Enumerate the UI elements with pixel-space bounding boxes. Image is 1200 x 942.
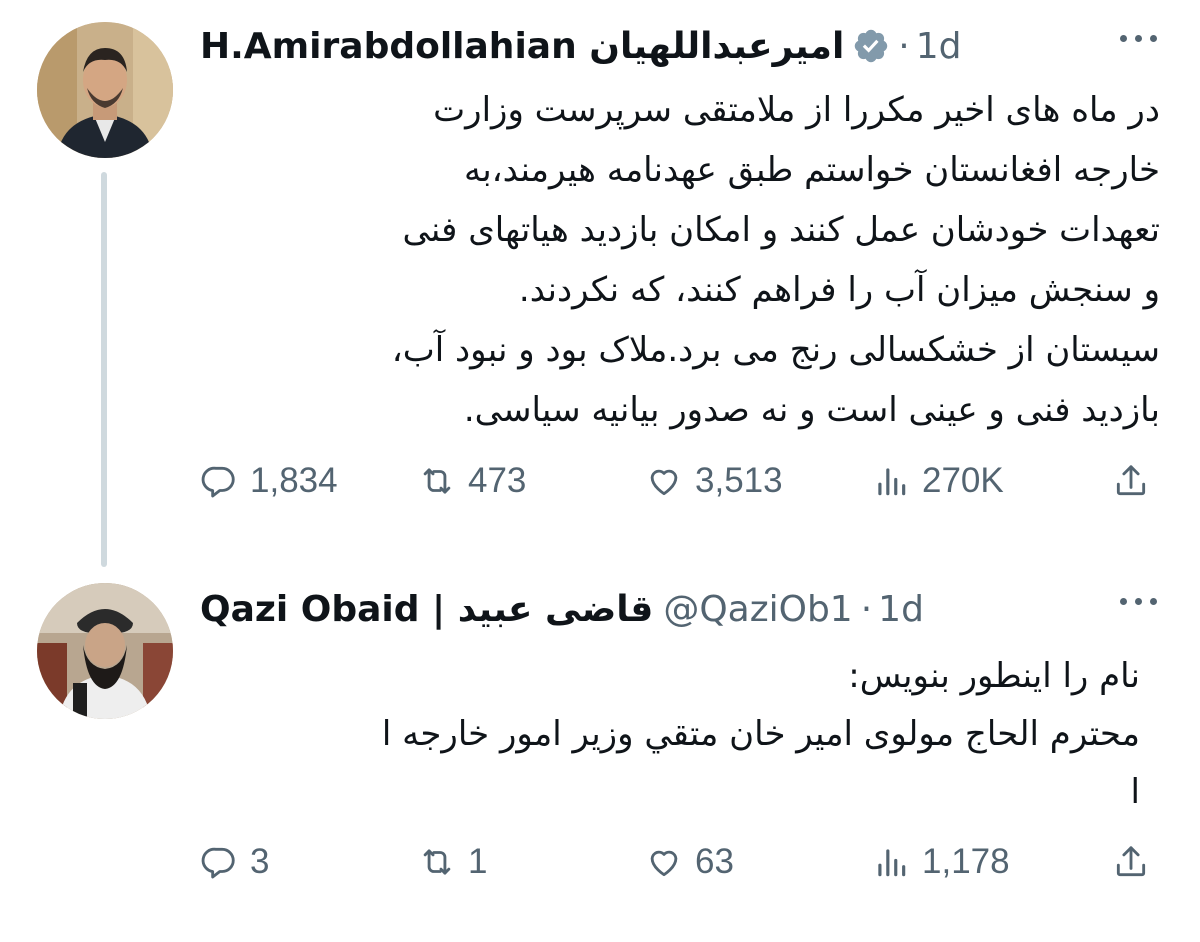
more-dots-icon[interactable] bbox=[1116, 591, 1160, 611]
avatar-photo bbox=[37, 583, 173, 719]
tweet-text: نام را اینطور بنویس: محترم الحاج مولوی ا… bbox=[200, 647, 1140, 821]
like-count: 63 bbox=[695, 842, 734, 881]
reply-button[interactable]: 1,834 bbox=[200, 456, 338, 506]
views-count: 1,178 bbox=[922, 842, 1010, 881]
timestamp[interactable]: 1d bbox=[878, 589, 924, 630]
tweet-header: H.Amirabdollahian امیرعبداللهیان · 1d bbox=[200, 18, 1170, 74]
views-button[interactable]: 270K bbox=[872, 456, 1004, 506]
retweet-button[interactable]: 1 bbox=[418, 837, 487, 887]
like-button[interactable]: 3,513 bbox=[645, 456, 783, 506]
tweet-line: در ماه های اخیر مکررا از ملامتقی سرپرست … bbox=[433, 90, 1160, 130]
views-icon bbox=[878, 468, 906, 496]
views-count: 270K bbox=[922, 461, 1004, 500]
thread-line bbox=[101, 172, 107, 567]
separator: · bbox=[860, 588, 873, 630]
tweet-header: Qazi Obaid | قاضی عبید @QaziOb1 · 1d bbox=[200, 581, 1170, 637]
tweet-qazi-obaid[interactable]: Qazi Obaid | قاضی عبید @QaziOb1 · 1d نام… bbox=[0, 575, 1200, 942]
reply-icon bbox=[201, 847, 235, 879]
more-dots-icon[interactable] bbox=[1116, 28, 1160, 48]
tweet-line: خارجه افغانستان خواستم طبق عهدنامه هیرمن… bbox=[463, 150, 1160, 190]
tweet-line: نام را اینطور بنویس: bbox=[848, 656, 1140, 696]
like-button[interactable]: 63 bbox=[645, 837, 734, 887]
tweet-line: ا bbox=[1130, 772, 1140, 812]
retweet-icon bbox=[423, 849, 451, 875]
retweet-count: 1 bbox=[468, 842, 488, 881]
action-bar: 1,834 473 3,513 270K bbox=[200, 456, 1160, 506]
share-icon bbox=[1116, 846, 1146, 877]
share-icon bbox=[1116, 465, 1146, 496]
display-name[interactable]: Qazi Obaid | قاضی عبید bbox=[200, 589, 653, 630]
views-button[interactable]: 1,178 bbox=[872, 837, 1010, 887]
share-button[interactable] bbox=[1112, 456, 1150, 506]
tweet-text: در ماه های اخیر مکررا از ملامتقی سرپرست … bbox=[200, 80, 1160, 440]
views-icon bbox=[878, 849, 906, 877]
handle[interactable]: @QaziOb1 bbox=[663, 589, 852, 630]
avatar[interactable] bbox=[37, 583, 173, 719]
like-count: 3,513 bbox=[695, 461, 783, 500]
reply-count: 3 bbox=[250, 842, 270, 881]
action-bar: 3 1 63 1,178 bbox=[200, 837, 1160, 887]
share-button[interactable] bbox=[1112, 837, 1150, 887]
verified-badge-icon bbox=[852, 27, 890, 65]
timestamp[interactable]: 1d bbox=[916, 26, 962, 67]
heart-icon bbox=[650, 469, 678, 496]
reply-count: 1,834 bbox=[250, 461, 338, 500]
tweet-line: تعهدات خودشان عمل کنند و امکان بازدید هی… bbox=[402, 210, 1160, 250]
tweet-line: بازدید فنی و عینی است و نه صدور بیانیه س… bbox=[463, 390, 1160, 430]
reply-icon bbox=[201, 466, 235, 498]
tweet-line: محترم الحاج مولوی امیر خان متقي وزیر امو… bbox=[381, 714, 1140, 754]
tweet-line: و سنجش میزان آب را فراهم کنند، که نکردند… bbox=[518, 270, 1160, 310]
reply-button[interactable]: 3 bbox=[200, 837, 269, 887]
tweet-amirabdollahian[interactable]: H.Amirabdollahian امیرعبداللهیان · 1d در… bbox=[0, 0, 1200, 567]
tweet-line: سیستان از خشکسالی رنج می برد.ملاک بود و … bbox=[391, 330, 1160, 370]
retweet-button[interactable]: 473 bbox=[418, 456, 526, 506]
separator: · bbox=[898, 25, 910, 67]
display-name[interactable]: H.Amirabdollahian امیرعبداللهیان bbox=[200, 26, 844, 67]
retweet-icon bbox=[423, 468, 451, 494]
avatar-photo bbox=[37, 22, 173, 158]
avatar[interactable] bbox=[37, 22, 173, 158]
heart-icon bbox=[650, 850, 678, 877]
retweet-count: 473 bbox=[468, 461, 527, 500]
